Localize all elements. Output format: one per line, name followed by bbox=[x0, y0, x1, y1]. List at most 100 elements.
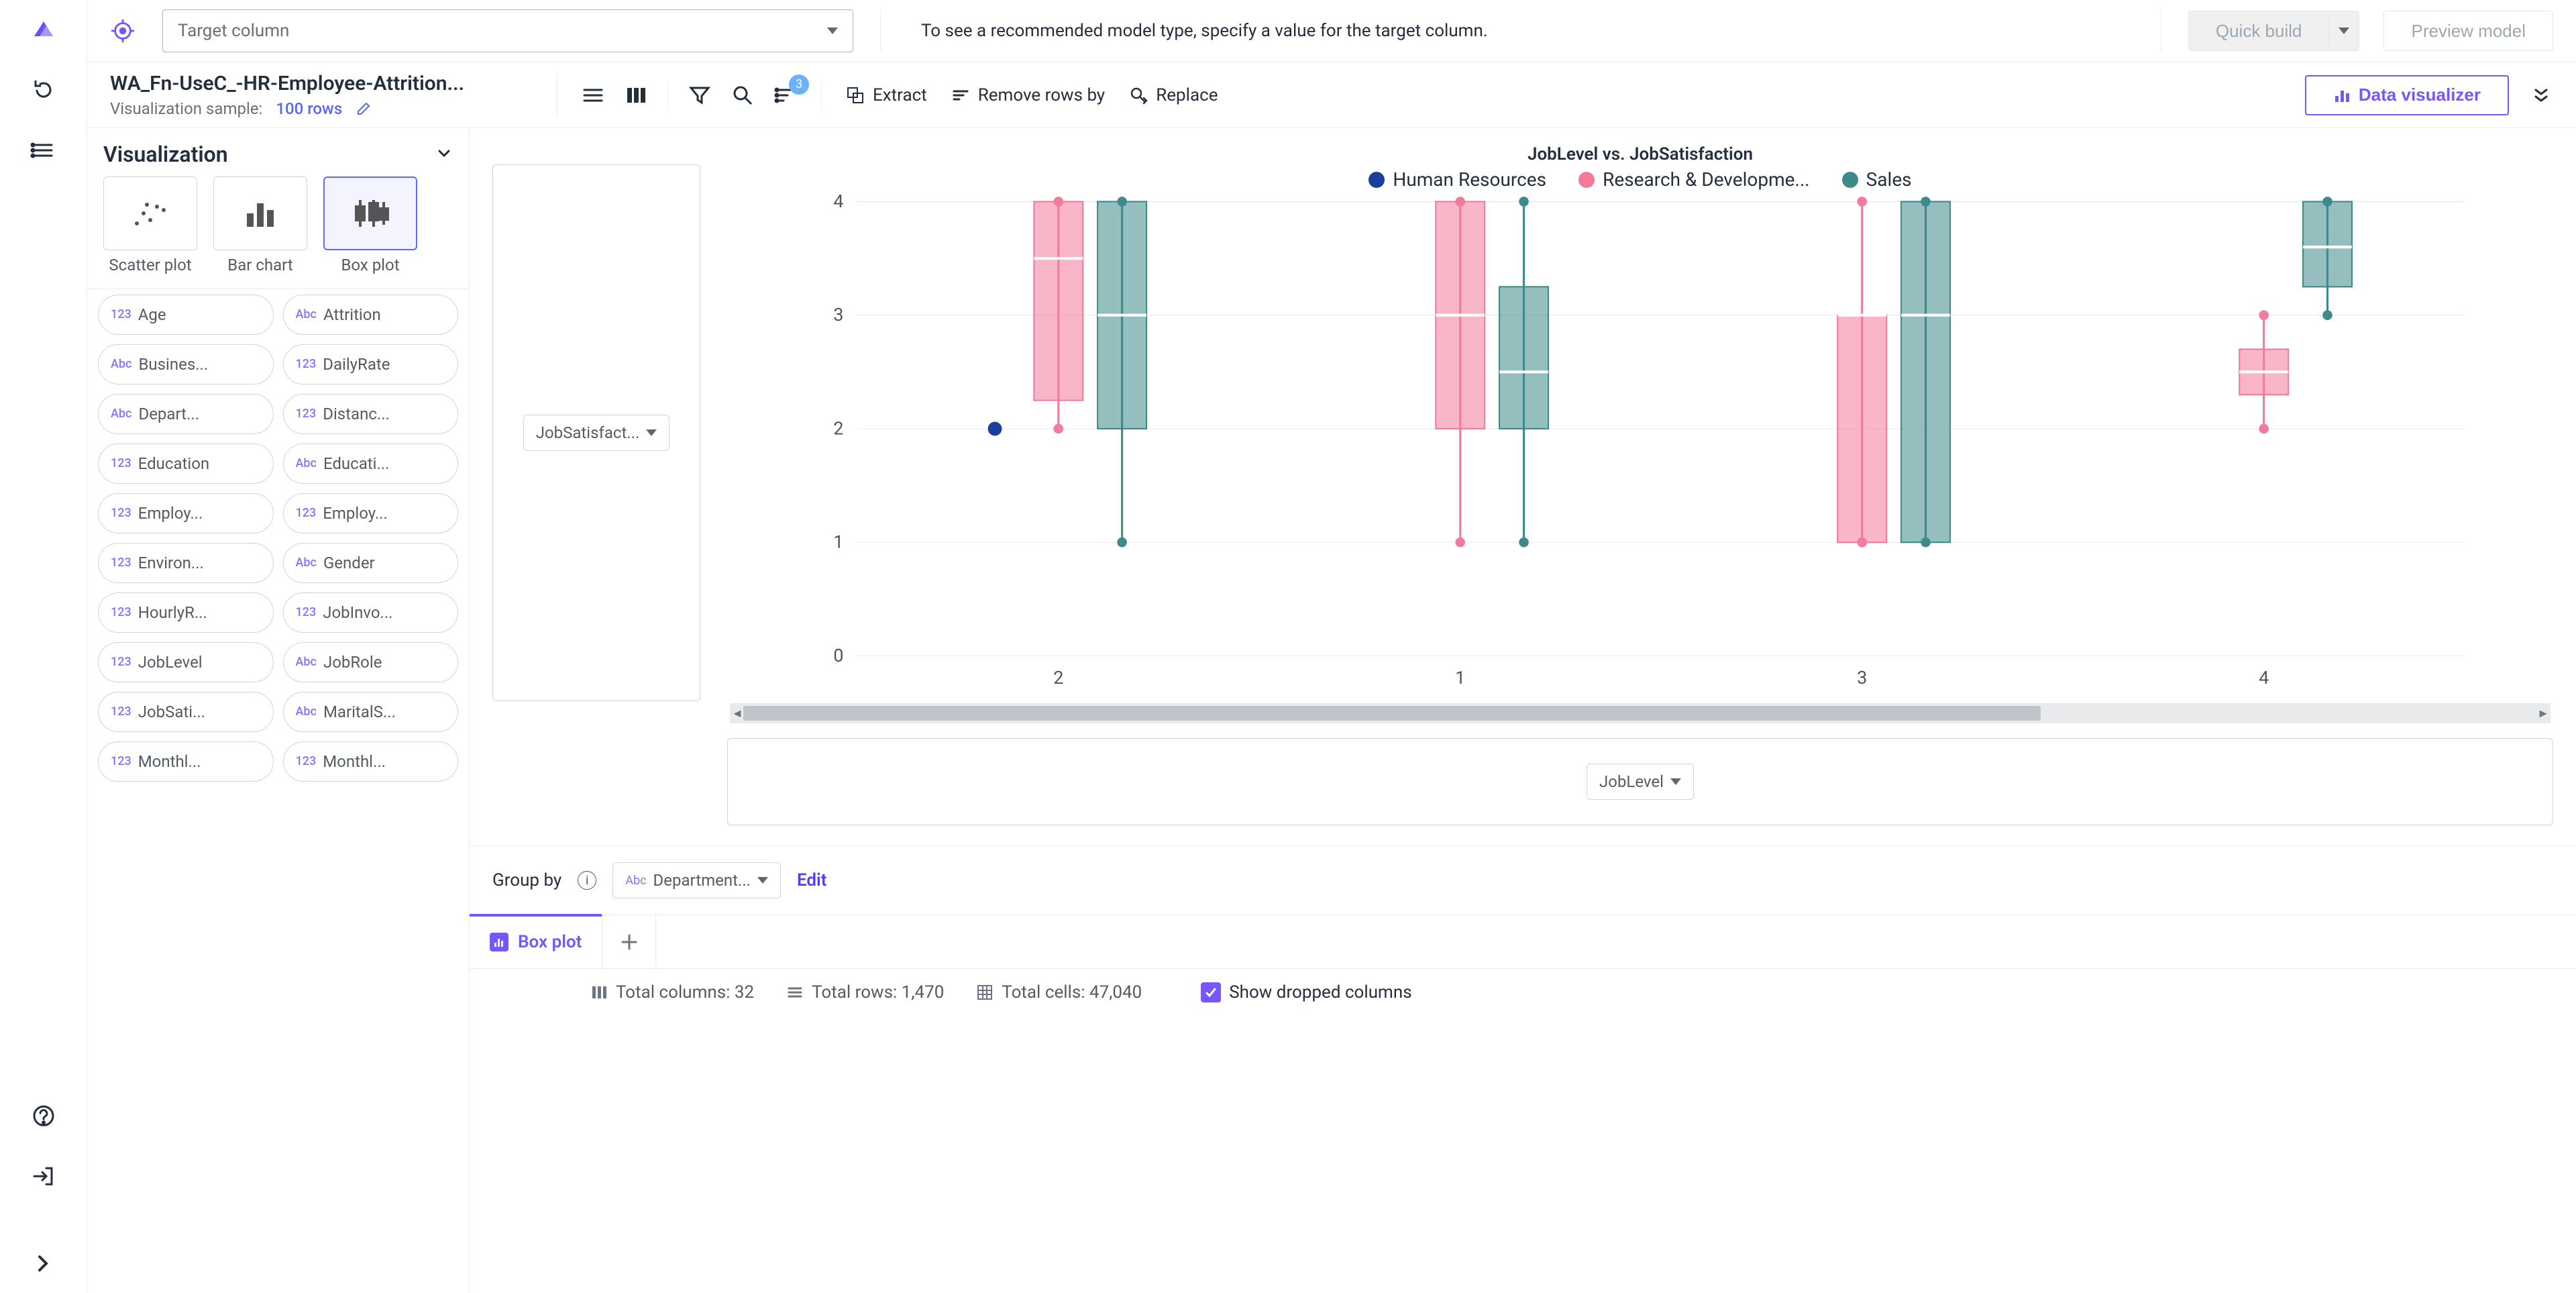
divider bbox=[667, 82, 668, 109]
y-axis-dropzone[interactable]: JobSatisfact... bbox=[492, 164, 700, 701]
remove-rows-button[interactable]: Remove rows by bbox=[951, 85, 1105, 105]
column-chip[interactable]: AbcEducati... bbox=[283, 444, 459, 484]
boxplot-chart: 012342134 bbox=[727, 195, 2553, 698]
column-chip[interactable]: AbcMaritalS... bbox=[283, 692, 459, 732]
legend-swatch-rd bbox=[1578, 172, 1595, 188]
extract-button[interactable]: Extract bbox=[846, 85, 927, 105]
column-chip[interactable]: 123Age bbox=[98, 295, 274, 335]
info-icon[interactable]: i bbox=[578, 871, 596, 890]
chart-horizontal-scrollbar[interactable]: ◄ ► bbox=[730, 703, 2551, 723]
column-chip[interactable]: AbcDepart... bbox=[98, 394, 274, 434]
collapse-icon[interactable] bbox=[435, 144, 453, 164]
legend-swatch-hr bbox=[1368, 172, 1385, 188]
target-icon bbox=[110, 18, 136, 44]
column-chip[interactable]: AbcBusines... bbox=[98, 344, 274, 384]
column-chip[interactable]: 123JobInvo... bbox=[283, 592, 459, 633]
column-chip[interactable]: 123Monthl... bbox=[98, 741, 274, 782]
dataset-title: WA_Fn-UseC_-HR-Employee-Attrition... bbox=[110, 72, 533, 95]
nav-refresh-icon[interactable] bbox=[30, 76, 57, 103]
expand-icon[interactable] bbox=[2529, 83, 2553, 107]
replace-button[interactable]: Replace bbox=[1129, 85, 1218, 105]
scrollbar-thumb[interactable] bbox=[743, 706, 2041, 721]
svg-text:3: 3 bbox=[1857, 667, 1867, 688]
x-axis-dropzone[interactable]: JobLevel bbox=[727, 738, 2553, 825]
column-chip[interactable]: 123DailyRate bbox=[283, 344, 459, 384]
topbar: Target column To see a recommended model… bbox=[87, 0, 2576, 62]
data-visualizer-button[interactable]: Data visualizer bbox=[2305, 75, 2509, 115]
target-column-placeholder: Target column bbox=[178, 21, 289, 41]
quick-build-button: Quick build bbox=[2188, 11, 2330, 51]
viz-type-scatter[interactable] bbox=[103, 176, 197, 250]
column-chip[interactable]: 123JobLevel bbox=[98, 642, 274, 682]
status-total-cells: Total cells: 47,040 bbox=[976, 982, 1142, 1002]
search-icon[interactable] bbox=[731, 84, 754, 107]
viz-type-box[interactable] bbox=[323, 176, 417, 250]
nav-collapse-chevron-icon[interactable] bbox=[30, 1250, 57, 1277]
view-list-icon[interactable] bbox=[582, 84, 604, 107]
column-chip[interactable]: AbcJobRole bbox=[283, 642, 459, 682]
column-chip[interactable]: 123Distanc... bbox=[283, 394, 459, 434]
view-grid-icon[interactable] bbox=[625, 84, 647, 107]
column-chip[interactable]: 123JobSati... bbox=[98, 692, 274, 732]
nav-exit-icon[interactable] bbox=[30, 1163, 57, 1190]
column-chip[interactable]: 123Education bbox=[98, 444, 274, 484]
target-hint-text: To see a recommended model type, specify… bbox=[880, 9, 2134, 52]
checkbox-checked-icon bbox=[1201, 982, 1221, 1002]
status-bar: Total columns: 32 Total rows: 1,470 Tota… bbox=[470, 968, 2576, 1029]
column-chip[interactable]: 123Environ... bbox=[98, 543, 274, 583]
scroll-left-icon[interactable]: ◄ bbox=[730, 707, 745, 721]
column-chip[interactable]: 123Employ... bbox=[283, 493, 459, 533]
svg-text:1: 1 bbox=[833, 531, 843, 553]
svg-text:2: 2 bbox=[1053, 667, 1063, 688]
svg-text:2: 2 bbox=[833, 417, 843, 439]
bar-chart-icon bbox=[2333, 87, 2351, 104]
nav-list-icon[interactable] bbox=[30, 137, 57, 164]
target-column-select[interactable]: Target column bbox=[162, 9, 853, 52]
x-axis-chip[interactable]: JobLevel bbox=[1587, 764, 1694, 800]
analysis-tabs: Box plot bbox=[470, 915, 2576, 968]
chevron-down-icon bbox=[646, 429, 657, 436]
chart-legend: Human Resources Research & Developme... … bbox=[727, 168, 2553, 195]
nav-help-icon[interactable] bbox=[30, 1102, 57, 1129]
group-by-chip[interactable]: Abc Department... bbox=[612, 862, 781, 898]
viz-type-bar[interactable] bbox=[213, 176, 307, 250]
divider bbox=[821, 82, 822, 109]
chevron-down-icon bbox=[827, 28, 838, 34]
chart-title: JobLevel vs. JobSatisfaction bbox=[727, 142, 2553, 168]
context-bar: WA_Fn-UseC_-HR-Employee-Attrition... Vis… bbox=[87, 62, 2576, 128]
svg-text:0: 0 bbox=[833, 645, 843, 666]
column-chip[interactable]: 123Monthl... bbox=[283, 741, 459, 782]
preview-model-button: Preview model bbox=[2383, 11, 2553, 51]
left-nav bbox=[0, 0, 87, 1293]
column-chip[interactable]: AbcGender bbox=[283, 543, 459, 583]
sample-label: Visualization sample: bbox=[110, 99, 262, 118]
legend-swatch-sales bbox=[1842, 172, 1858, 188]
filter-icon[interactable] bbox=[688, 84, 711, 107]
scroll-right-icon[interactable]: ► bbox=[2536, 707, 2551, 721]
sort-icon[interactable]: 3 bbox=[774, 84, 797, 107]
show-dropped-columns-toggle[interactable]: Show dropped columns bbox=[1201, 982, 1411, 1002]
visualization-heading: Visualization bbox=[103, 142, 228, 167]
svg-text:3: 3 bbox=[833, 304, 843, 325]
group-by-row: Group by i Abc Department... Edit bbox=[470, 845, 2576, 915]
svg-text:4: 4 bbox=[2259, 667, 2269, 688]
column-chip[interactable]: AbcAttrition bbox=[283, 295, 459, 335]
columns-list[interactable]: 123AgeAbcAttritionAbcBusines...123DailyR… bbox=[87, 289, 469, 1293]
status-total-rows: Total rows: 1,470 bbox=[786, 982, 944, 1002]
column-chip[interactable]: 123HourlyR... bbox=[98, 592, 274, 633]
y-axis-chip[interactable]: JobSatisfact... bbox=[523, 415, 670, 451]
visualization-panel: Visualization Scatter plot Bar c bbox=[87, 128, 470, 1293]
tab-box-plot[interactable]: Box plot bbox=[470, 915, 602, 968]
group-by-edit-link[interactable]: Edit bbox=[797, 870, 827, 890]
chevron-down-icon bbox=[757, 877, 768, 884]
sort-badge: 3 bbox=[789, 74, 809, 95]
app-logo-icon[interactable] bbox=[30, 16, 57, 43]
add-tab-button[interactable] bbox=[602, 915, 656, 968]
boxplot-tab-icon bbox=[490, 933, 508, 951]
group-by-label: Group by bbox=[492, 870, 561, 890]
column-chip[interactable]: 123Employ... bbox=[98, 493, 274, 533]
chevron-down-icon bbox=[1670, 778, 1681, 785]
edit-icon[interactable] bbox=[356, 101, 372, 117]
svg-text:1: 1 bbox=[1455, 667, 1465, 688]
sample-value-link[interactable]: 100 rows bbox=[276, 99, 342, 118]
